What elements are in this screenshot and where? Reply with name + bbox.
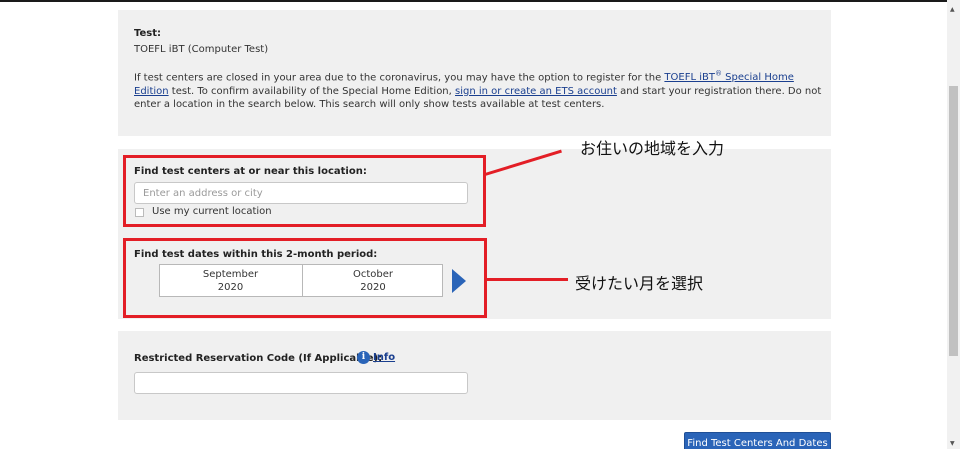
test-value: TOEFL iBT (Computer Test) [134,44,269,55]
top-border [0,0,960,2]
reservation-label: Restricted Reservation Code (If Applicab… [134,353,383,364]
month-pointer-line [486,278,568,281]
sign-in-link[interactable]: sign in or create an ETS account [455,86,617,97]
dates-highlight-box [123,238,487,318]
registered-mark: ® [714,70,722,78]
scrollbar-thumb[interactable] [949,86,958,356]
notice-text-2: test. To confirm availability of the Spe… [168,85,456,97]
location-annotation: お住いの地域を入力 [580,139,725,158]
find-test-centers-button[interactable]: Find Test Centers And Dates [684,432,831,449]
coronavirus-notice: If test centers are closed in your area … [134,68,824,112]
test-label: Test: [134,28,162,39]
home-edition-link-text: TOEFL iBT [664,72,715,84]
location-highlight-box [123,155,486,227]
month-annotation: 受けたい月を選択 [575,274,704,293]
test-info-panel: Test: TOEFL iBT (Computer Test) If test … [118,10,831,136]
info-link[interactable]: Info [373,352,395,363]
info-icon[interactable]: i [357,351,370,364]
scroll-up-icon[interactable]: ▲ [950,6,955,13]
reservation-code-input[interactable] [134,372,468,394]
notice-text-1: If test centers are closed in your area … [134,72,665,84]
scroll-down-icon[interactable]: ▼ [950,440,955,447]
